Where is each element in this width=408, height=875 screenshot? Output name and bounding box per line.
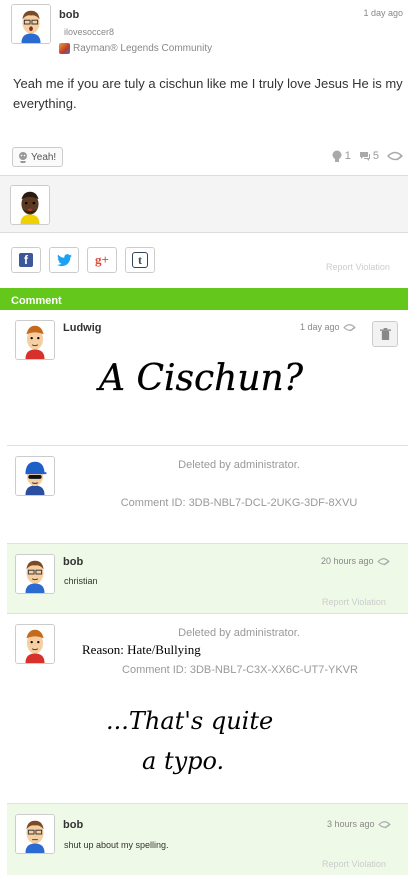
post-author-name[interactable]: bob <box>59 9 79 21</box>
handwritten-text: A Cischun? <box>96 358 304 399</box>
post-author-id: ilovesoccer8 <box>64 27 115 37</box>
report-violation-link[interactable]: Report Violation <box>322 597 386 607</box>
comment-text: christian <box>64 576 98 586</box>
comment-item-deleted: Deleted by administrator. Comment ID: 3D… <box>7 445 408 543</box>
comment-author-name[interactable]: bob <box>63 556 83 568</box>
share-googleplus-button[interactable]: g+ <box>87 247 117 273</box>
comment-count-value: 5 <box>372 150 379 162</box>
handwritten-text-line1: ...That's quite <box>106 707 273 735</box>
comment-item-deleted: Deleted by administrator. Reason: Hate/B… <box>7 613 408 803</box>
comment-id: Comment ID: 3DB-NBL7-DCL-2UKG-3DF-8XVU <box>120 497 358 509</box>
spoiler-icon <box>376 557 390 566</box>
post-stats: 1 5 <box>331 150 403 162</box>
comment-author-avatar[interactable] <box>15 456 55 496</box>
comment-author-avatar[interactable] <box>15 814 55 854</box>
spoiler-icon <box>387 151 403 161</box>
google-plus-icon: g+ <box>95 252 109 267</box>
twitter-icon <box>56 253 72 266</box>
comment-timestamp-text: 3 hours ago <box>327 819 375 829</box>
comment-timestamp[interactable]: 1 day ago <box>300 322 356 332</box>
share-tumblr-button[interactable]: t <box>125 247 155 273</box>
comment-text: shut up about my spelling. <box>64 840 169 850</box>
comment-author-avatar[interactable] <box>15 320 55 360</box>
yeah-button[interactable]: Yeah! <box>12 147 64 167</box>
comment-timestamp-text: 1 day ago <box>300 322 340 332</box>
spoiler-icon <box>377 820 391 829</box>
post-timestamp[interactable]: 1 day ago <box>363 8 403 18</box>
share-twitter-button[interactable] <box>49 247 79 273</box>
yeah-label: Yeah! <box>31 151 57 163</box>
spoiler-icon <box>342 323 356 332</box>
handwritten-text-line2: a typo. <box>142 747 224 775</box>
comment-section-header: Comment <box>0 288 408 310</box>
author-avatar[interactable] <box>11 4 51 44</box>
comment-count: 5 <box>359 150 379 162</box>
comment-timestamp[interactable]: 20 hours ago <box>321 556 390 566</box>
report-violation-link[interactable]: Report Violation <box>322 859 386 869</box>
yeah-user-avatar[interactable] <box>10 185 50 225</box>
share-bar: f g+ t Report Violation <box>0 233 408 288</box>
facebook-icon: f <box>19 253 33 267</box>
yeah-icon <box>19 152 27 163</box>
comment-author-avatar[interactable] <box>15 554 55 594</box>
post-community-link[interactable]: Rayman® Legends Community <box>59 43 212 54</box>
comment-author-avatar[interactable] <box>15 624 55 664</box>
yeah-count: 1 <box>331 150 351 162</box>
comment-author-name[interactable]: Ludwig <box>63 322 102 334</box>
yeah-count-value: 1 <box>344 150 351 162</box>
post: bob ilovesoccer8 Rayman® Legends Communi… <box>0 0 408 176</box>
handwritten-drawing: A Cischun? <box>96 358 304 399</box>
post-body: Yeah me if you are tuly a cischun like m… <box>13 76 403 111</box>
yeah-list <box>0 176 408 233</box>
comment-item: bob 3 hours ago shut up about my spellin… <box>7 803 408 875</box>
community-icon <box>59 43 70 54</box>
community-name: Rayman® Legends Community <box>73 43 213 54</box>
deleted-notice: Deleted by administrator. <box>178 627 300 639</box>
tumblr-icon: t <box>132 252 148 268</box>
comment-id: Comment ID: 3DB-NBL7-C3X-XX6C-UT7-YKVR <box>122 664 358 676</box>
report-violation-link[interactable]: Report Violation <box>326 262 390 272</box>
comment-timestamp-text: 20 hours ago <box>321 556 374 566</box>
trash-icon <box>379 327 391 340</box>
yeah-count-icon <box>332 150 342 162</box>
comment-timestamp[interactable]: 3 hours ago <box>327 819 391 829</box>
deleted-notice: Deleted by administrator. <box>178 459 300 471</box>
comment-item: bob 20 hours ago christian Report Violat… <box>7 543 408 613</box>
handwritten-drawing: ...That's quite a typo. <box>106 707 273 775</box>
comment-author-name[interactable]: bob <box>63 819 83 831</box>
share-facebook-button[interactable]: f <box>11 247 41 273</box>
deletion-reason: Reason: Hate/Bullying <box>82 642 201 657</box>
comment-item: Ludwig 1 day ago A Cischun? <box>7 310 408 445</box>
comment-count-icon <box>359 152 370 161</box>
delete-comment-button[interactable] <box>372 321 398 347</box>
